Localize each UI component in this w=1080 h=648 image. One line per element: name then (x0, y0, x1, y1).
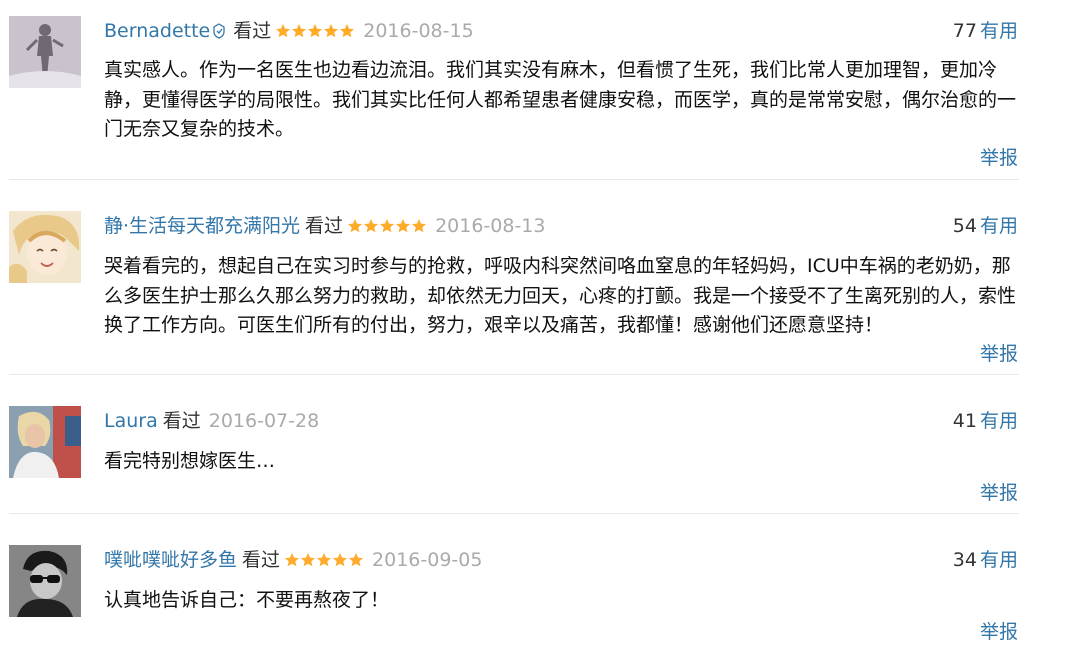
star-icon (300, 552, 316, 568)
avatar-image (9, 406, 81, 478)
review-header: 静·生活每天都充满阳光 看过 2016-08-13 (104, 211, 545, 241)
rating-stars (347, 213, 427, 243)
useful-button[interactable]: 有用 (980, 215, 1018, 237)
vote-count: 54 (952, 215, 977, 237)
divider (9, 179, 1019, 180)
review-header: 噗呲噗呲好多鱼 看过 2016-09-05 (104, 545, 482, 575)
vote-area: 54 有用 (953, 211, 1018, 241)
watched-label: 看过 (162, 410, 201, 432)
vote-area: 34 有用 (953, 545, 1018, 575)
avatar-image (9, 545, 81, 617)
avatar[interactable] (9, 545, 81, 617)
review-content: 哭着看完的，想起自己在实习时参与的抢救，呼吸内科突然间咯血窒息的年轻妈妈，ICU… (104, 255, 1017, 336)
avatar[interactable] (9, 406, 81, 478)
username-link[interactable]: 静·生活每天都充满阳光 (104, 215, 300, 237)
star-icon (348, 552, 364, 568)
avatar-image (9, 211, 81, 283)
star-icon (347, 218, 363, 234)
watched-label: 看过 (305, 215, 344, 237)
star-icon (323, 23, 339, 39)
username-link[interactable]: 噗呲噗呲好多鱼 (104, 549, 237, 571)
report-link[interactable]: 举报 (980, 144, 1018, 172)
watched-label: 看过 (242, 549, 281, 571)
vote-area: 41 有用 (953, 406, 1018, 436)
star-icon (395, 218, 411, 234)
useful-button[interactable]: 有用 (980, 20, 1018, 42)
report-link[interactable]: 举报 (980, 340, 1018, 368)
review-date: 2016-08-15 (363, 20, 474, 42)
vote-count: 77 (952, 20, 977, 42)
star-icon (332, 552, 348, 568)
divider (9, 374, 1019, 375)
review-date: 2016-09-05 (372, 549, 483, 571)
star-icon (284, 552, 300, 568)
avatar[interactable] (9, 16, 81, 88)
username-link[interactable]: Laura (104, 410, 158, 432)
review-header: Bernadette 看过 2016-08-15 (104, 16, 474, 46)
avatar-image (9, 16, 81, 88)
star-icon (379, 218, 395, 234)
report-link[interactable]: 举报 (980, 618, 1018, 646)
vote-count: 41 (952, 410, 977, 432)
star-icon (275, 23, 291, 39)
review-content: 认真地告诉自己：不要再熬夜了！ (104, 589, 390, 611)
review-content: 真实感人。作为一名医生也边看边流泪。我们其实没有麻木，但看惯了生死，我们比常人更… (104, 59, 1017, 140)
star-icon (307, 23, 323, 39)
rating-stars (284, 547, 364, 577)
report-link[interactable]: 举报 (980, 479, 1018, 507)
star-icon (291, 23, 307, 39)
useful-button[interactable]: 有用 (980, 549, 1018, 571)
review-header: Laura 看过 2016-07-28 (104, 406, 319, 436)
star-icon (411, 218, 427, 234)
useful-button[interactable]: 有用 (980, 410, 1018, 432)
avatar[interactable] (9, 211, 81, 283)
divider (9, 513, 1019, 514)
star-icon (316, 552, 332, 568)
vote-area: 77 有用 (953, 16, 1018, 46)
review-date: 2016-07-28 (208, 410, 320, 432)
vote-count: 34 (952, 549, 977, 571)
username-link[interactable]: Bernadette (104, 20, 210, 42)
star-icon (363, 218, 379, 234)
star-icon (339, 23, 355, 39)
rating-stars (275, 18, 355, 48)
review-date: 2016-08-13 (435, 215, 546, 237)
review-content: 看完特别想嫁医生… (104, 450, 276, 472)
verified-badge-icon (212, 23, 226, 39)
watched-label: 看过 (233, 20, 272, 42)
